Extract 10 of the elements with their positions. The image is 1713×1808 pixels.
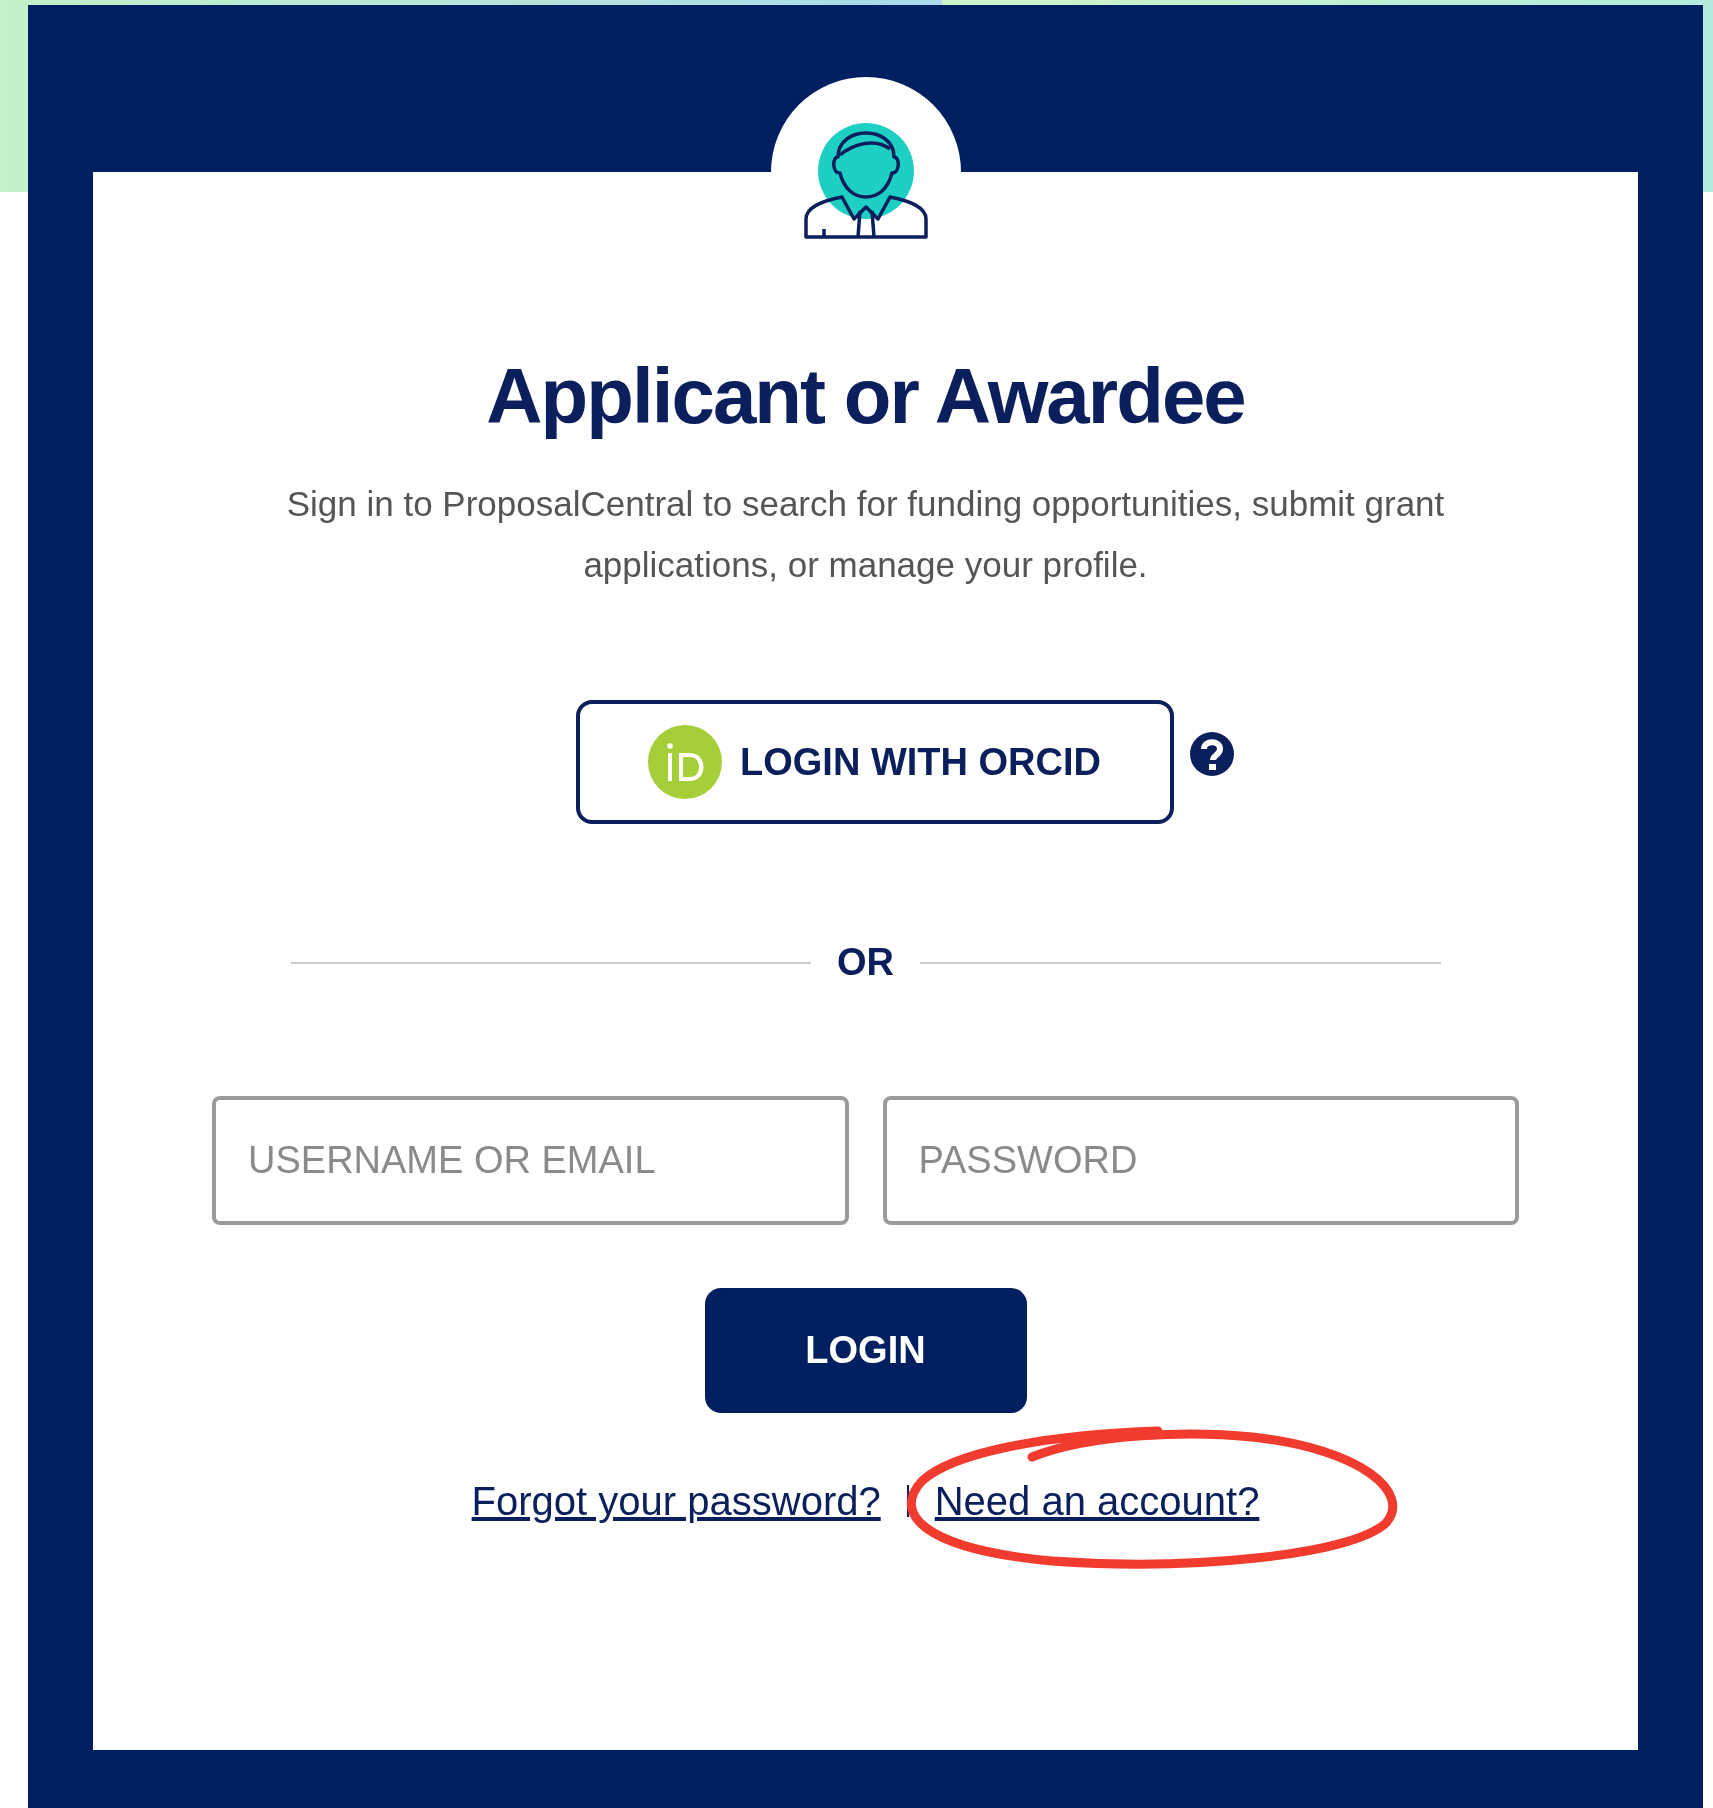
intro-text: Sign in to ProposalCentral to search for funding opportunities, submit grant applications, or manage your profile. [285,483,1446,586]
input-field[interactable]: USERNAME OR EMAIL [212,1096,849,1225]
input-field[interactable]: PASSWORD [882,1096,1519,1225]
orcid-login-button[interactable]: LOGIN WITH ORCID [575,700,1174,824]
text-link[interactable]: Need an account? [934,1471,1260,1531]
orcid-logo-icon [648,725,722,799]
text-link[interactable]: Forgot your password? [471,1471,881,1531]
help-icon[interactable] [1187,730,1236,778]
login-button[interactable]: LOGIN [704,1288,1027,1413]
or-divider-label: OR [837,940,894,985]
